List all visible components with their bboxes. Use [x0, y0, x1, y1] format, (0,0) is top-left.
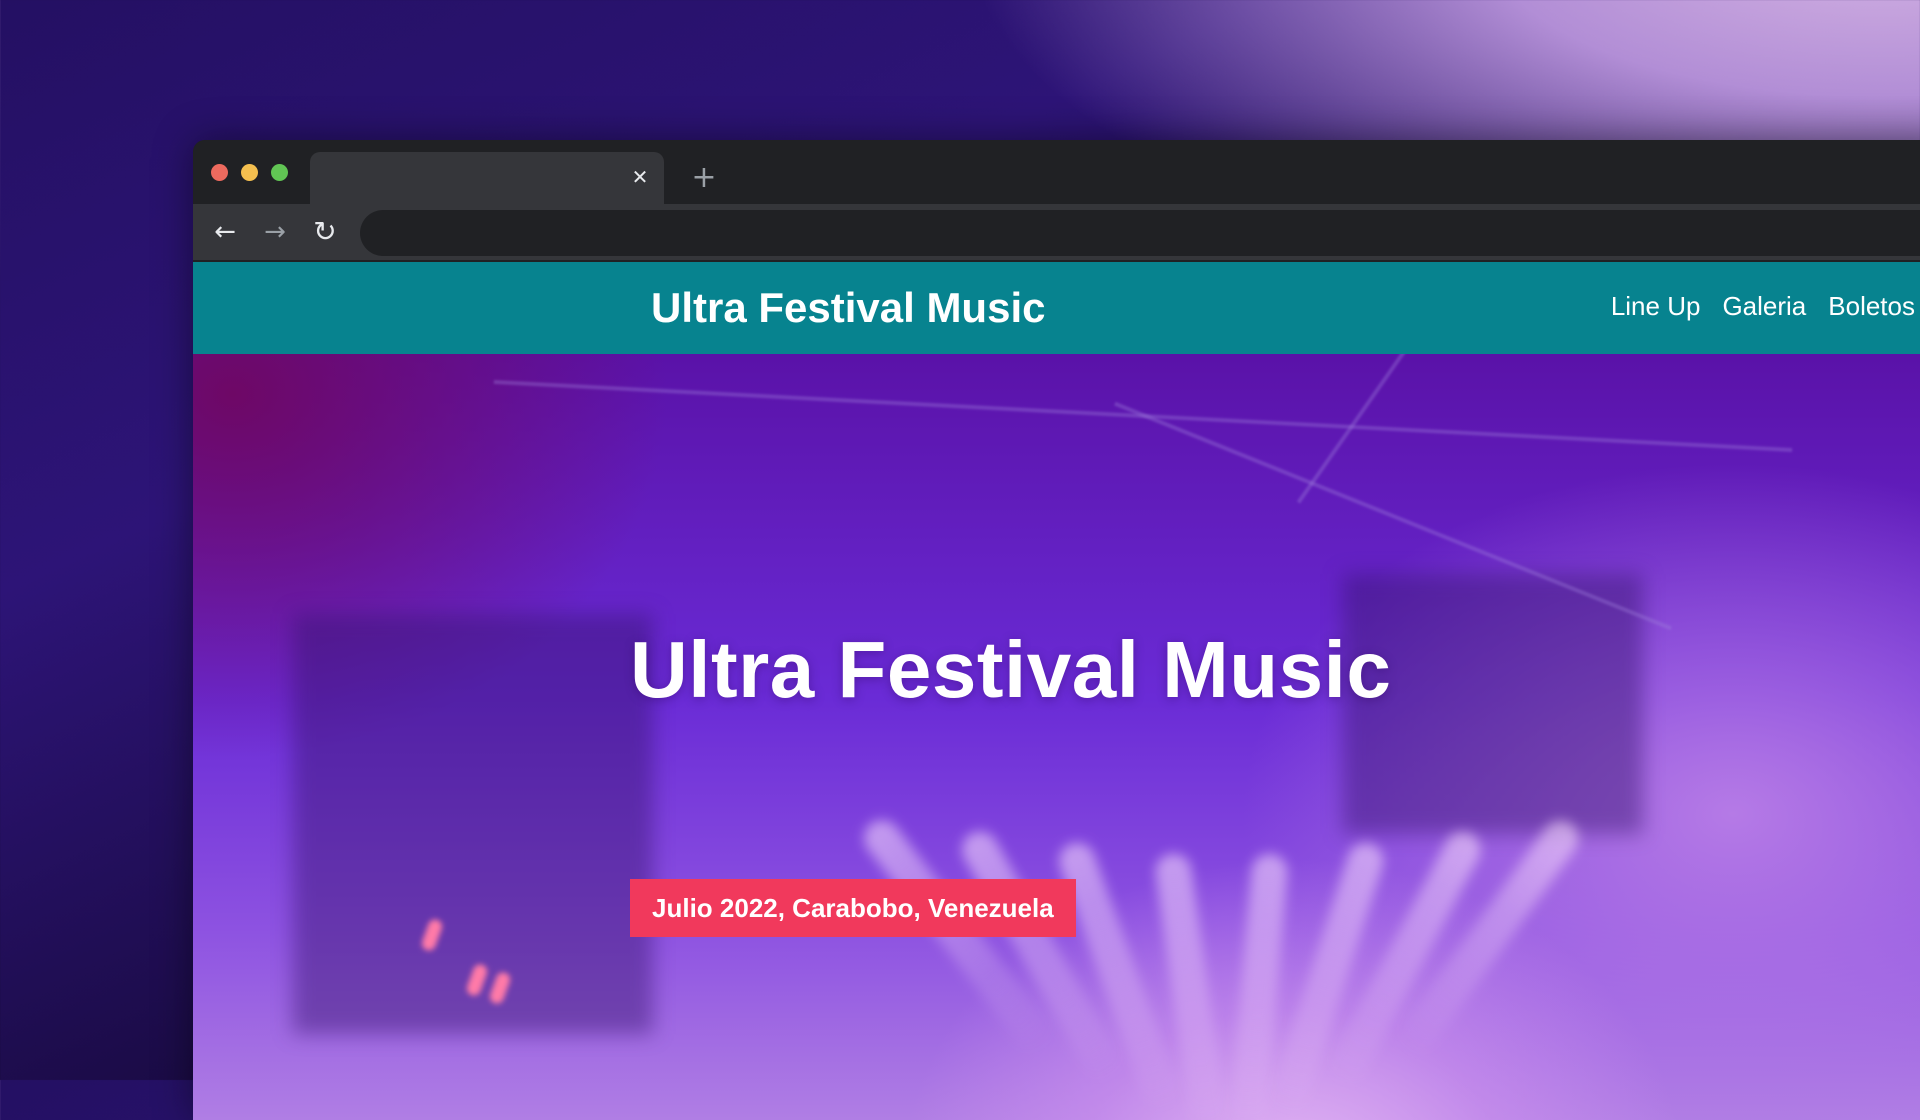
page-viewport: Ultra Festival Music Line Up Galeria Bol… — [193, 262, 1920, 1120]
back-arrow-icon[interactable]: ← — [207, 214, 243, 250]
address-bar[interactable] — [360, 210, 1920, 256]
browser-tab[interactable]: ✕ — [310, 152, 664, 204]
nav-link-galeria[interactable]: Galeria — [1722, 291, 1806, 322]
tab-bar: ✕ + — [193, 140, 1920, 204]
close-icon[interactable]: ✕ — [628, 165, 652, 189]
site-nav: Line Up Galeria Boletos — [1611, 291, 1915, 322]
maximize-window-button[interactable] — [271, 164, 288, 181]
event-date-location-badge: Julio 2022, Carabobo, Venezuela — [630, 879, 1076, 937]
site-logo[interactable]: Ultra Festival Music — [651, 284, 1045, 332]
forward-arrow-icon[interactable]: → — [257, 214, 293, 250]
new-tab-icon[interactable]: + — [686, 160, 722, 196]
hero-section: Ultra Festival Music Julio 2022, Carabob… — [193, 354, 1920, 1120]
site-header: Ultra Festival Music Line Up Galeria Bol… — [193, 262, 1920, 354]
minimize-window-button[interactable] — [241, 164, 258, 181]
close-window-button[interactable] — [211, 164, 228, 181]
browser-toolbar: ← → ↻ — [193, 204, 1920, 260]
nav-link-boletos[interactable]: Boletos — [1828, 291, 1915, 322]
browser-window: ✕ + ← → ↻ Ultra Festival Music Line Up G… — [193, 140, 1920, 1120]
nav-link-line-up[interactable]: Line Up — [1611, 291, 1701, 322]
reload-icon[interactable]: ↻ — [307, 214, 343, 250]
hero-title: Ultra Festival Music — [630, 625, 1392, 714]
